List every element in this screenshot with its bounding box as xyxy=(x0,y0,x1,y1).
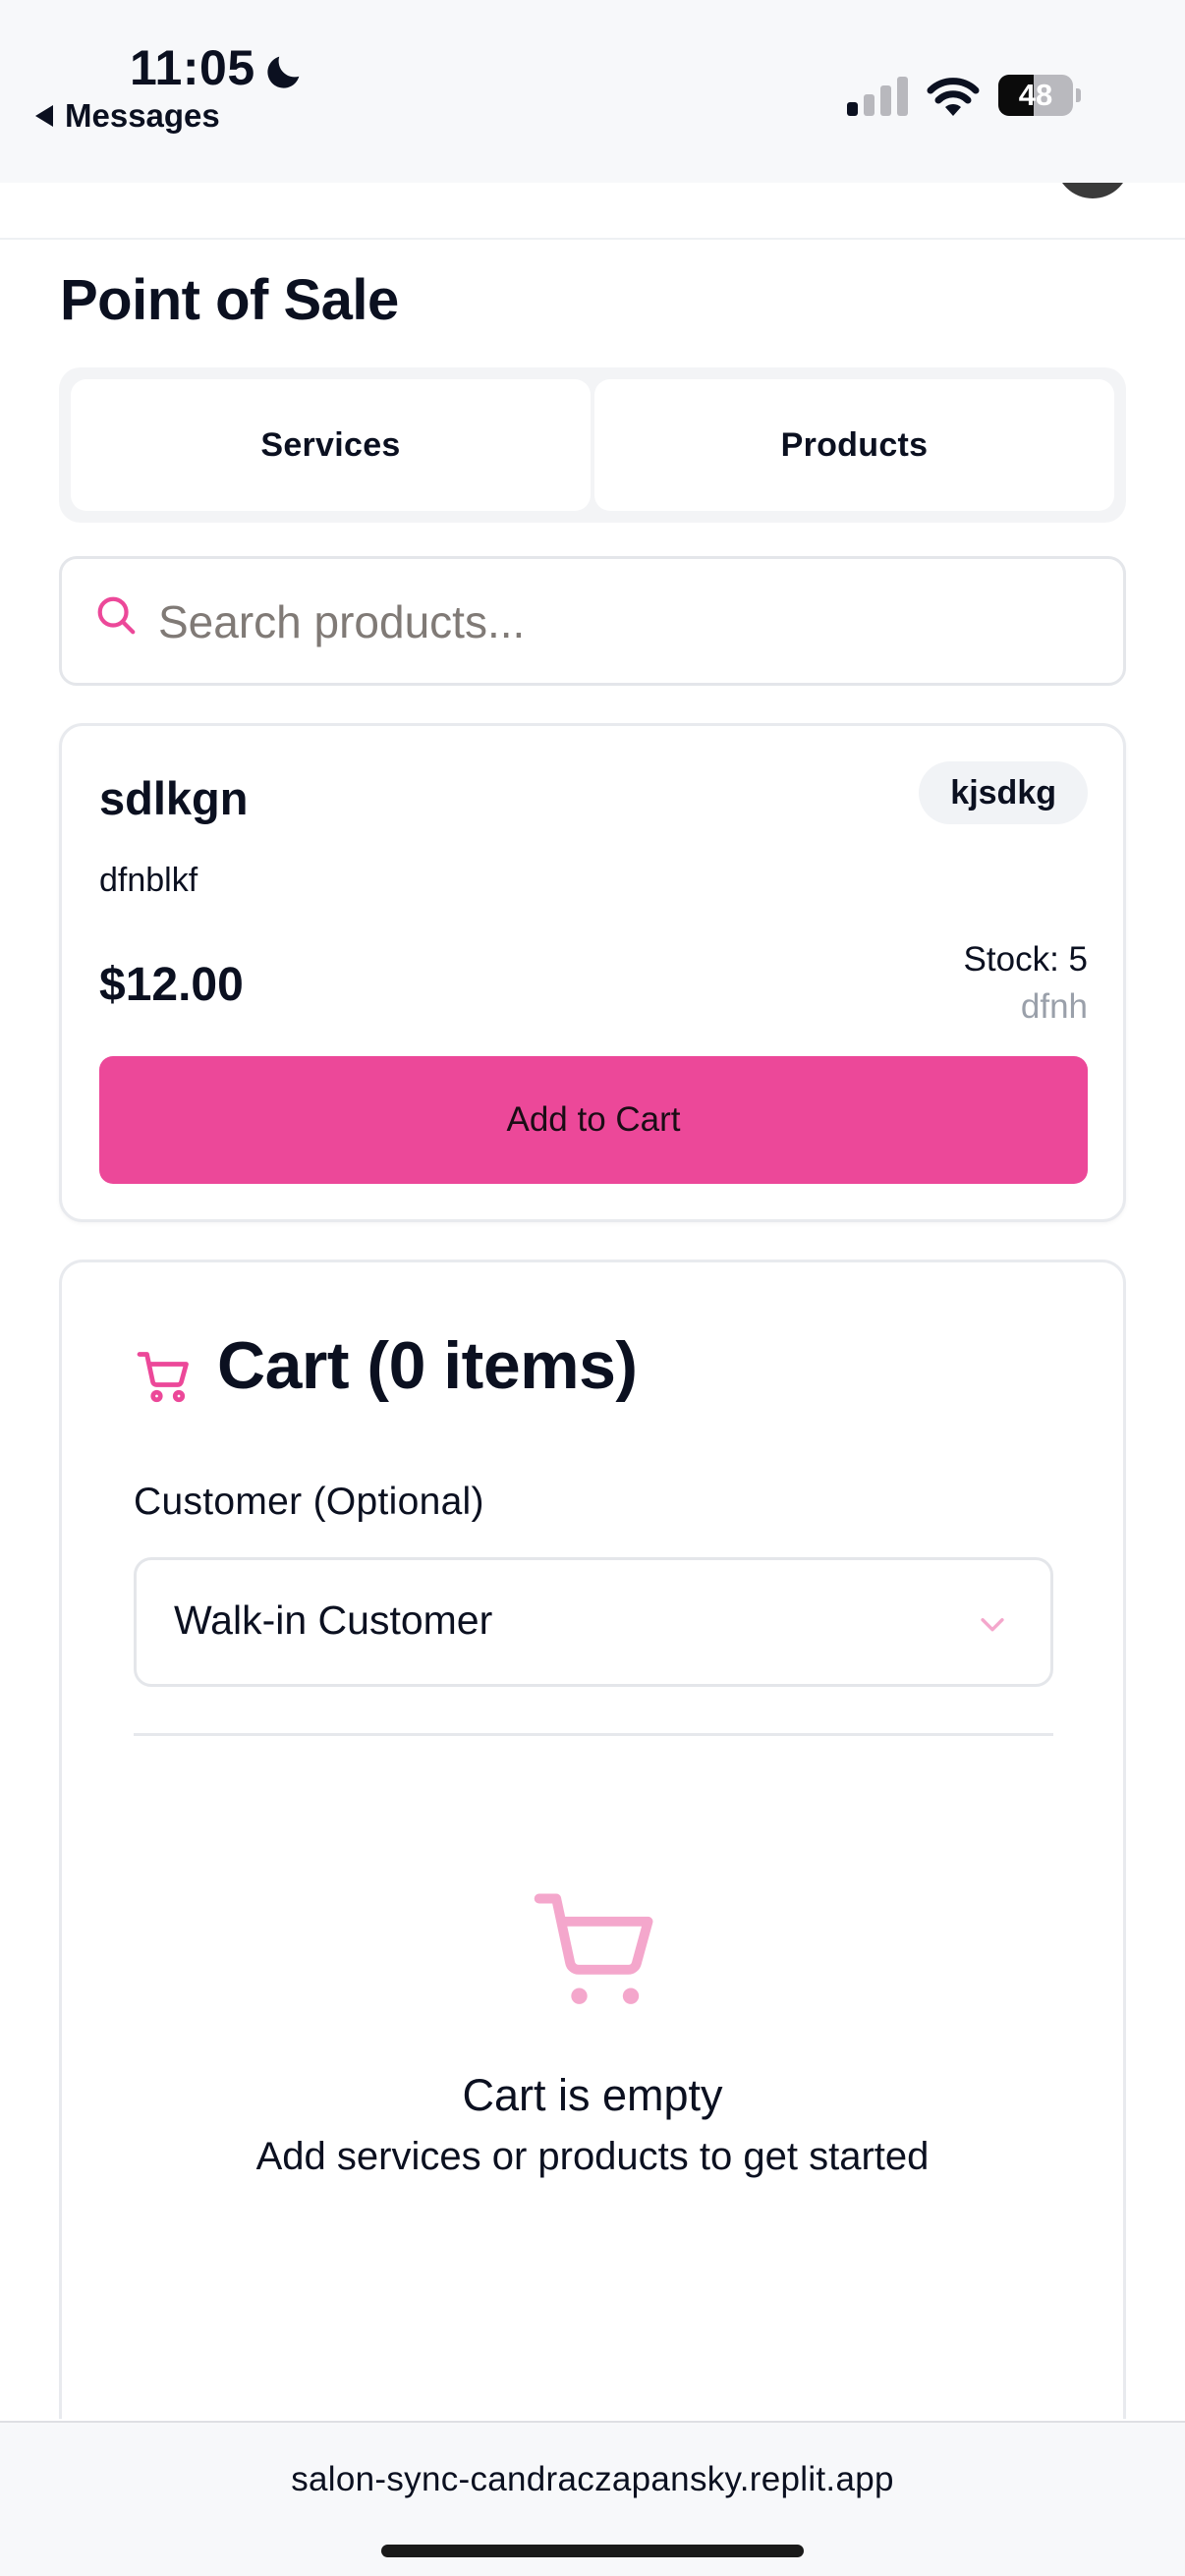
cart-empty-icon xyxy=(534,1893,653,2004)
battery-level: 48 xyxy=(1018,78,1053,112)
customer-select-value: Walk-in Customer xyxy=(174,1597,493,1643)
wifi-icon xyxy=(927,78,980,116)
cart-icon xyxy=(137,1352,189,1403)
cart-panel: Cart (0 items) Customer (Optional) Walk-… xyxy=(59,1260,1126,2419)
divider xyxy=(134,1733,1053,1736)
customer-label: Customer (Optional) xyxy=(134,1481,484,1523)
moon-icon xyxy=(267,56,300,88)
url-text: salon-sync-candraczapansky.replit.app xyxy=(291,2460,894,2498)
avatar[interactable] xyxy=(1055,183,1130,198)
home-indicator[interactable] xyxy=(381,2545,804,2557)
search-icon xyxy=(97,596,136,635)
search-input[interactable] xyxy=(158,587,1043,657)
cart-title: Cart (0 items) xyxy=(217,1328,638,1403)
product-sku: dfnh xyxy=(1020,987,1088,1026)
pos-tabs: Services Products xyxy=(59,367,1126,523)
status-bar: 11:05 Messages 48 xyxy=(0,0,1185,183)
product-name: sdlkgn xyxy=(99,772,249,824)
product-card: sdlkgn kjsdkg dfnblkf $12.00 Stock: 5 df… xyxy=(59,723,1126,1222)
add-to-cart-button[interactable]: Add to Cart xyxy=(99,1056,1088,1184)
status-time: 11:05 xyxy=(130,40,255,95)
chevron-down-icon xyxy=(981,1618,1004,1632)
back-to-messages[interactable]: Messages xyxy=(35,96,220,136)
battery-icon: 48 xyxy=(998,75,1081,116)
search-box xyxy=(59,556,1126,686)
back-arrow-icon xyxy=(35,105,53,127)
customer-select[interactable]: Walk-in Customer xyxy=(134,1557,1053,1687)
cart-empty-title: Cart is empty xyxy=(462,2070,723,2120)
app-header xyxy=(0,183,1185,240)
back-label: Messages xyxy=(65,97,220,134)
category-badge: kjsdkg xyxy=(919,761,1088,824)
tab-services[interactable]: Services xyxy=(71,379,591,511)
product-price: $12.00 xyxy=(99,959,244,1011)
cart-empty-subtitle: Add services or products to get started xyxy=(255,2135,930,2178)
browser-address-bar[interactable]: salon-sync-candraczapansky.replit.app xyxy=(0,2421,1185,2576)
product-description: dfnblkf xyxy=(99,862,198,899)
product-stock: Stock: 5 xyxy=(963,940,1088,979)
tab-products[interactable]: Products xyxy=(594,379,1114,511)
signal-icon xyxy=(847,77,908,116)
page-title: Point of Sale xyxy=(60,268,399,332)
